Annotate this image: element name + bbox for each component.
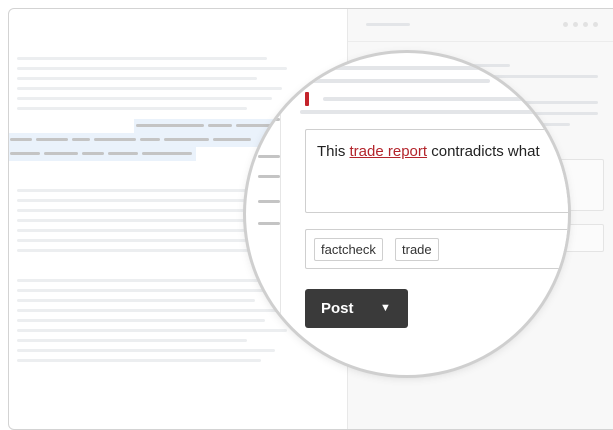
compose-textarea[interactable]: This trade report contradicts what — [305, 129, 568, 213]
post-button[interactable]: Post ▼ — [305, 289, 408, 328]
comment-marker — [305, 92, 309, 106]
magnifier-lens: This trade report contradicts what factc… — [246, 53, 568, 375]
trade-report-link[interactable]: trade report — [350, 143, 428, 160]
chevron-down-icon[interactable]: ▼ — [380, 302, 391, 314]
post-button-label: Post — [321, 300, 354, 317]
pane-header — [348, 9, 613, 42]
compose-text: This trade report contradicts what — [317, 143, 540, 160]
tag-trade[interactable]: trade — [395, 238, 439, 261]
tag-factcheck[interactable]: factcheck — [314, 238, 383, 261]
lens-divider — [280, 55, 281, 375]
tags-input[interactable]: factcheck trade — [305, 229, 568, 269]
